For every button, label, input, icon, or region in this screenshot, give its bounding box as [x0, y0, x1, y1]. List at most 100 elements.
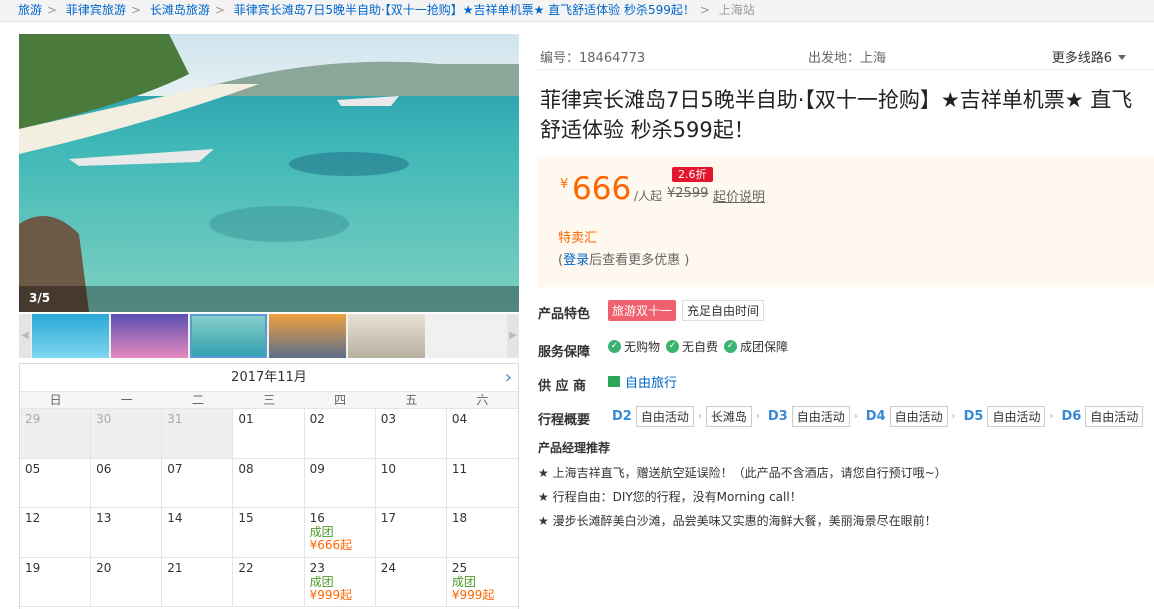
calendar-day[interactable]: 30 [91, 409, 163, 459]
day-status: 成团 [309, 574, 334, 589]
calendar-day[interactable]: 16 成团 ¥666起 [304, 508, 376, 558]
thumb-next-arrow-icon[interactable]: ▶ [507, 314, 519, 358]
day-number: 31 [167, 412, 183, 426]
breadcrumb-station: 上海站 [718, 3, 755, 17]
calendar-day[interactable]: 01 [233, 409, 305, 459]
day-number: 16 [309, 511, 325, 525]
calendar-day[interactable]: 18 [446, 508, 518, 558]
calendar-day[interactable]: 02 [304, 409, 376, 459]
pm-line-2: ★ 行程自由：DIY您的行程，没有Morning call！ [538, 490, 802, 504]
supplier-name: 自由旅行 [625, 376, 678, 391]
thumbnail-4[interactable] [269, 314, 346, 358]
calendar-day[interactable]: 14 [162, 508, 234, 558]
check-icon: ✓ [666, 340, 680, 353]
guarantee-item-label: 成团保障 [740, 340, 789, 354]
calendar-day[interactable]: 08 [233, 458, 305, 508]
hero-image[interactable]: 3/5 [19, 34, 519, 312]
day-number: 19 [25, 560, 41, 575]
guarantee-label: 服务保障 [538, 345, 591, 360]
itinerary-row: 行程概要 D2 自由活动 › 长滩岛 › D3 自由活动 › D4 自由活动 › D5 自由活动 › D6 自… [538, 401, 1154, 435]
pm-recommend: 产品经理推荐 ★ 上海吉祥直飞，赠送航空延误险！（此产品不含酒店，请您自行预订哦… [538, 439, 1154, 533]
calendar-day[interactable]: 22 [233, 557, 305, 607]
breadcrumb-link-philippines[interactable]: 菲律宾旅游 [66, 3, 126, 17]
departure-city: 出发地：上海 [808, 51, 887, 66]
calendar-day[interactable]: 25 成团 ¥999起 [446, 558, 518, 607]
weekday-label: 五 [405, 393, 418, 407]
chevron-down-icon [1118, 55, 1126, 60]
calendar-day[interactable]: 19 [20, 557, 92, 607]
guarantee-item-label: 无购物 [624, 340, 661, 354]
thumbnail-3[interactable] [190, 314, 267, 358]
thumbnail-2[interactable] [111, 314, 188, 358]
calendar-day[interactable]: 03 [375, 409, 447, 459]
day-price: ¥999起 [309, 587, 353, 602]
weekday-label: 四 [334, 393, 347, 407]
pm-title: 产品经理推荐 [538, 441, 611, 455]
calendar-day[interactable]: 10 [375, 458, 447, 508]
day-number: 03 [380, 412, 396, 426]
guarantee-item-label: 无自费 [682, 340, 719, 354]
thumbnail-strip: ◀ ▶ [19, 314, 519, 358]
thumb-prev-arrow-icon[interactable]: ◀ [19, 314, 31, 358]
features-row: 产品特色 旅游双十一 充足自由时间 [538, 295, 1154, 329]
day-number: 13 [96, 511, 112, 525]
calendar-day[interactable]: 13 [91, 508, 163, 558]
itinerary-day[interactable]: D2 [612, 409, 632, 424]
day-number: 01 [238, 412, 254, 426]
calendar-day[interactable]: 07 [162, 458, 234, 508]
calendar-day[interactable]: 12 [20, 508, 92, 558]
thumbnail-5[interactable] [348, 314, 425, 358]
calendar-day[interactable]: 04 [446, 409, 518, 459]
itinerary-activity: 自由活动 [1085, 406, 1144, 427]
calendar-day[interactable]: 05 [20, 458, 92, 508]
price-unit: /人起 [634, 189, 663, 203]
calendar-day[interactable]: 24 [375, 557, 447, 607]
supplier-link[interactable]: 自由旅行 [608, 372, 677, 391]
day-number: 07 [167, 461, 183, 476]
itinerary-activity: 自由活动 [987, 406, 1046, 427]
weekday-label: 三 [262, 393, 275, 407]
day-number: 09 [309, 461, 325, 476]
check-icon: ✓ [608, 340, 621, 353]
price-value: 666 [572, 171, 632, 207]
calendar-weekdays: 日一二三四五六 [20, 391, 518, 409]
calendar-day[interactable]: 11 [446, 459, 518, 508]
discount-badge: 2.6折 [672, 167, 713, 182]
chevron-right-icon: › [1049, 411, 1054, 422]
feature-tag-freetime: 充足自由时间 [682, 300, 765, 321]
price-explain-link[interactable]: 起价说明 [713, 186, 765, 205]
calendar-day[interactable]: 31 [162, 409, 234, 459]
itinerary-day[interactable]: D4 [866, 409, 886, 424]
weekday-label: 日 [49, 393, 62, 407]
day-number: 02 [309, 412, 325, 426]
day-number: 12 [25, 511, 41, 525]
more-routes-dropdown[interactable]: 更多线路6 [1052, 47, 1126, 66]
calendar-day[interactable]: 06 [91, 458, 163, 508]
calendar-day[interactable]: 29 [20, 409, 92, 459]
login-link[interactable]: 登录 [563, 253, 589, 268]
calendar-next-icon[interactable]: › [505, 364, 512, 391]
thumbnail-1[interactable] [32, 314, 109, 358]
day-number: 10 [380, 461, 396, 476]
itinerary-day[interactable]: D3 [768, 409, 788, 424]
day-number: 25 [451, 560, 468, 575]
itinerary-day[interactable]: D5 [964, 409, 984, 424]
feature-tag-sale: 旅游双十一 [608, 300, 677, 321]
login-suffix: 后查看更多优惠 ) [589, 253, 690, 268]
breadcrumb-link-product[interactable]: 菲律宾长滩岛7日5晚半自助·【双十一抢购】★吉祥单机票★ 直飞舒适体验 秒杀59… [234, 3, 695, 17]
breadcrumb-link-travel[interactable]: 旅游 [18, 3, 42, 17]
breadcrumb-link-boracay[interactable]: 长滩岛旅游 [150, 3, 210, 17]
itinerary-day[interactable]: D6 [1061, 409, 1081, 424]
calendar-day[interactable]: 09 [304, 458, 376, 508]
calendar-month: 2017年11月 [231, 370, 307, 385]
calendar-day[interactable]: 23 成团 ¥999起 [304, 557, 376, 607]
day-number: 05 [25, 461, 41, 476]
day-status: 成团 [451, 574, 476, 589]
calendar-day[interactable]: 15 [233, 508, 305, 558]
calendar-day[interactable]: 17 [375, 508, 447, 558]
calendar-day[interactable]: 21 [162, 557, 234, 607]
day-number: 14 [167, 511, 183, 525]
calendar-day[interactable]: 20 [91, 557, 163, 607]
day-number: 30 [96, 412, 112, 426]
chevron-right-icon: › [951, 411, 956, 422]
